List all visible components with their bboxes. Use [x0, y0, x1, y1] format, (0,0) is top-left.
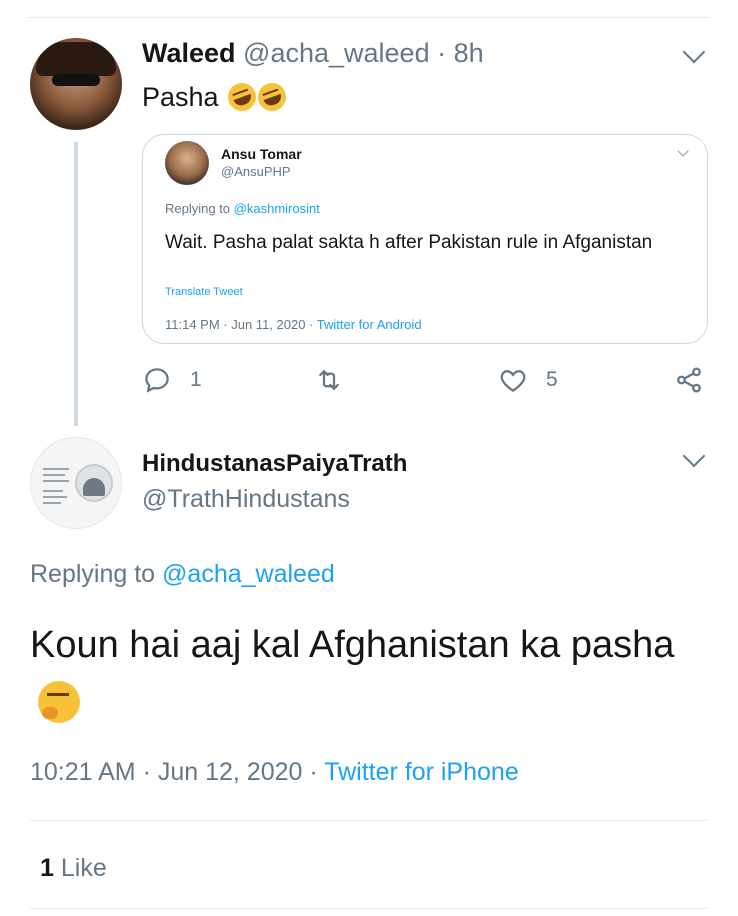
like-icon: [500, 370, 526, 392]
quoted-replying-to: Replying to @kashmirosint: [165, 201, 320, 216]
reply-menu-chevron-icon[interactable]: [682, 444, 706, 468]
reply-timestamp: 10:21 AM · Jun 12, 2020 · Twitter for iP…: [30, 758, 519, 787]
retweet-icon: [319, 370, 339, 390]
author-name[interactable]: Waleed: [142, 38, 236, 68]
reply-tweet-text: Koun hai aaj kal Afghanistan ka pasha: [30, 616, 690, 732]
tweet-menu-chevron-icon[interactable]: [682, 40, 706, 64]
reply-button[interactable]: 1: [142, 362, 202, 398]
quoted-menu-chevron-icon[interactable]: [677, 145, 689, 157]
retweet-button[interactable]: [314, 362, 362, 398]
quoted-timestamp: 11:14 PM · Jun 11, 2020 · Twitter for An…: [165, 317, 422, 332]
bottom-divider: [30, 908, 708, 909]
reply-author-name[interactable]: HindustanasPaiyaTrath: [142, 450, 407, 478]
quoted-source-link[interactable]: Twitter for Android: [317, 317, 422, 332]
quoted-author-avatar[interactable]: [165, 141, 209, 185]
share-icon: [677, 367, 701, 393]
reply-body: Koun hai aaj kal Afghanistan ka pasha: [30, 624, 675, 666]
hindustanas-avatar[interactable]: [30, 437, 122, 529]
reply-count: 1: [190, 368, 202, 391]
rolling-laughing-emoji-icon: [224, 79, 261, 115]
tweet-action-bar: 1 5: [142, 362, 714, 398]
author-handle[interactable]: @acha_waleed: [243, 38, 430, 68]
like-button[interactable]: 5: [498, 362, 558, 398]
rolling-laughing-emoji-icon: [254, 79, 291, 115]
tweet-header: Waleed @acha_waleed · 8h: [142, 38, 484, 69]
meta-separator: ·: [437, 38, 447, 68]
tweet-age[interactable]: 8h: [454, 38, 484, 68]
likes-label: Like: [60, 854, 107, 882]
replying-label: Replying to: [30, 560, 156, 588]
quoted-tweet-card[interactable]: Ansu Tomar @AnsuPHP Replying to @kashmir…: [142, 134, 708, 344]
quoted-tweet-text: Wait. Pasha palat sakta h after Pakistan…: [165, 232, 653, 253]
reply-time-text: 10:21 AM · Jun 12, 2020 ·: [30, 758, 318, 786]
tweet-body: Pasha: [142, 82, 219, 112]
like-count: 5: [546, 368, 558, 391]
replying-handle-link[interactable]: @acha_waleed: [162, 560, 335, 588]
reply-icon: [145, 368, 169, 393]
waleed-avatar[interactable]: [30, 38, 122, 130]
quoted-author-handle[interactable]: @AnsuPHP: [221, 164, 291, 179]
top-divider: [28, 17, 710, 18]
replying-handle-link[interactable]: @kashmirosint: [234, 201, 320, 216]
quoted-author-name[interactable]: Ansu Tomar: [221, 146, 302, 162]
reply-source-link[interactable]: Twitter for iPhone: [324, 758, 519, 786]
stats-divider: [30, 820, 708, 821]
thinking-face-emoji-icon: [38, 681, 80, 723]
tweet-text: Pasha: [142, 79, 291, 115]
share-button[interactable]: [674, 362, 704, 398]
reply-replying-to: Replying to @acha_waleed: [30, 560, 335, 589]
likes-stat[interactable]: 1 Like: [40, 854, 107, 883]
replying-label: Replying to: [165, 201, 231, 216]
quoted-time-text: 11:14 PM · Jun 11, 2020 ·: [165, 317, 314, 332]
translate-tweet-link[interactable]: Translate Tweet: [165, 286, 243, 298]
reply-author-handle[interactable]: @TrathHindustans: [142, 485, 350, 514]
thread-connector: [74, 142, 78, 426]
likes-count: 1: [40, 854, 54, 882]
